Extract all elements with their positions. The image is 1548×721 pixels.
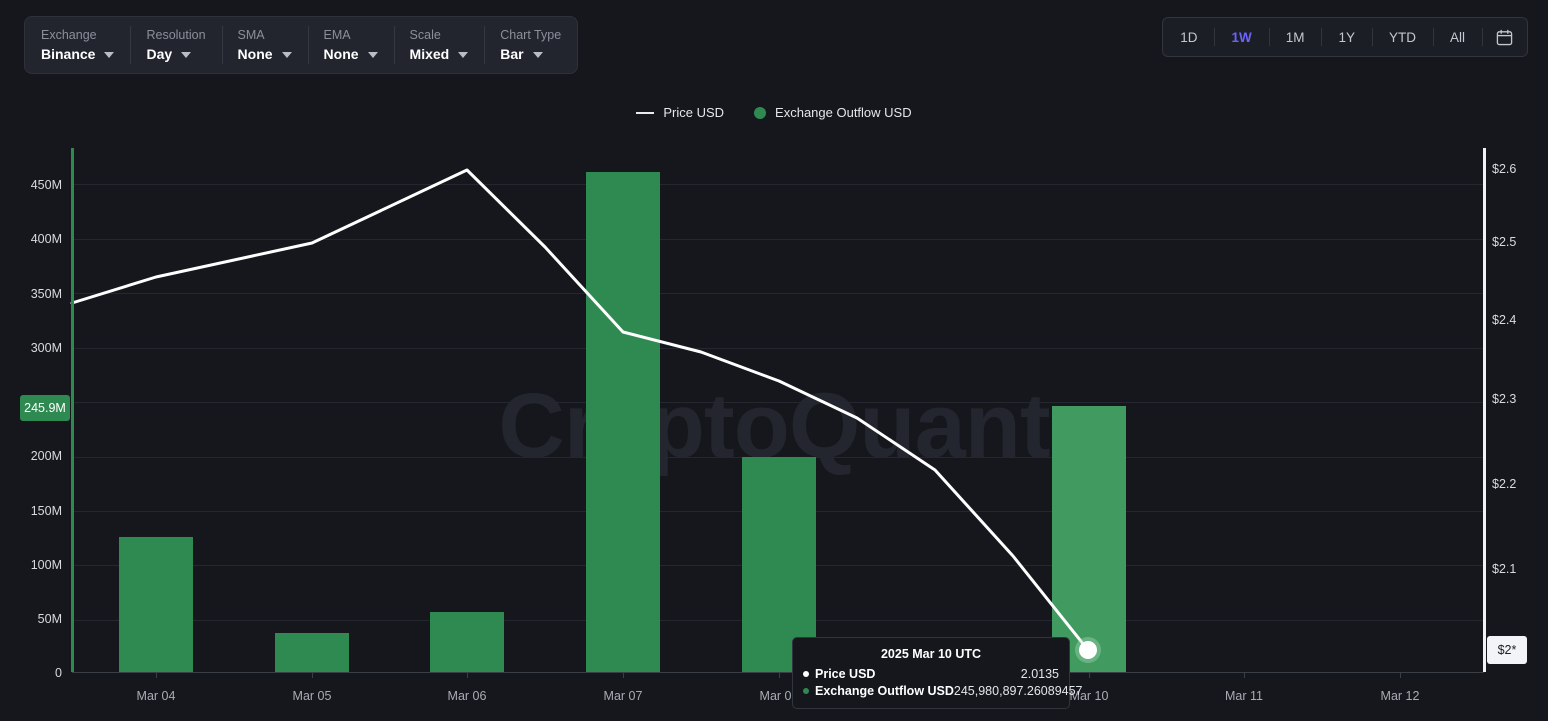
price-usd-line [72,170,1088,650]
x-tick-label: Mar 07 [578,689,668,703]
x-tick [623,672,624,678]
y-axis-value-badge: 245.9M [20,395,70,421]
tooltip-marker-icon [803,688,809,694]
y-tick-label: 200M [2,449,62,463]
y2-tick-label: $2.5 [1492,235,1516,249]
y2-tick-label: $2.1 [1492,562,1516,576]
x-tick-label: Mar 05 [267,689,357,703]
chart-page: Exchange Binance Resolution Day SMA None… [0,0,1548,721]
x-tick-label: Mar 06 [422,689,512,703]
y-axis-right-line [1483,148,1486,672]
tooltip-row-exchange-outflow-usd: Exchange Outflow USD 245,980,897.2608945… [803,684,1059,698]
y2-tick-label: $2.6 [1492,162,1516,176]
tooltip-title: 2025 Mar 10 UTC [803,647,1059,661]
x-tick [156,672,157,678]
y-tick-label: 150M [2,504,62,518]
y-tick-label: 100M [2,558,62,572]
y-tick-label: 300M [2,341,62,355]
hover-point-marker [1079,641,1097,659]
tooltip-marker-icon [803,671,809,677]
x-tick [1089,672,1090,678]
y-tick-label: 400M [2,232,62,246]
x-tick [1400,672,1401,678]
x-tick [779,672,780,678]
price-line-series [0,0,1548,721]
tooltip-value: 245,980,897.26089457 [954,684,1083,698]
y-tick-label: 50M [2,612,62,626]
y2-axis-value-badge: $2* [1487,636,1527,664]
x-tick [467,672,468,678]
y-tick-label: 350M [2,287,62,301]
x-tick-label: Mar 11 [1199,689,1289,703]
y2-tick-label: $2.2 [1492,477,1516,491]
tooltip-value: 2.0135 [1021,667,1059,681]
chart-plot-area[interactable]: CryptoQuant 0 [0,0,1548,721]
y-axis-left-line [71,148,74,672]
x-tick-label: Mar 12 [1355,689,1445,703]
y2-tick-label: $2.4 [1492,313,1516,327]
tooltip-label: Exchange Outflow USD [815,684,954,698]
chart-tooltip: 2025 Mar 10 UTC Price USD 2.0135 Exchang… [792,637,1070,709]
x-axis-baseline [72,672,1484,673]
x-tick-label: Mar 04 [111,689,201,703]
tooltip-row-price-usd: Price USD 2.0135 [803,667,1059,681]
y-tick-label: 0 [2,666,62,680]
x-tick [1244,672,1245,678]
y2-tick-label: $2.3 [1492,392,1516,406]
y-tick-label: 450M [2,178,62,192]
tooltip-label: Price USD [815,667,875,681]
x-tick [312,672,313,678]
